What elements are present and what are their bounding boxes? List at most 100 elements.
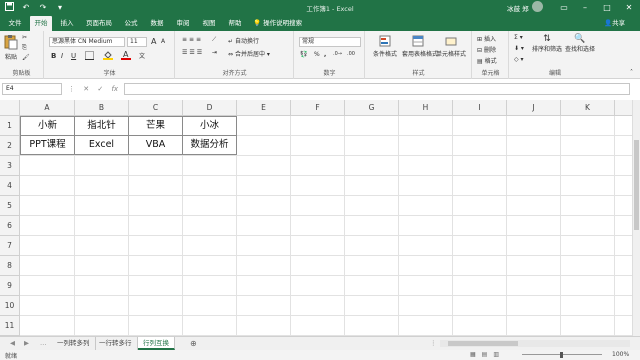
cancel-icon[interactable]: ✕	[83, 85, 89, 93]
row-header-5[interactable]: 5	[0, 196, 20, 216]
cell-a2[interactable]: PPT课程	[20, 135, 75, 155]
font-size-select[interactable]: 11	[127, 37, 147, 47]
italic-button[interactable]: I	[61, 52, 63, 60]
user-name[interactable]: 冰鼓 郑	[507, 3, 529, 13]
delete-cells-button[interactable]: ⊟ 删除	[477, 45, 496, 54]
column-header-c[interactable]: C	[129, 100, 183, 116]
name-box[interactable]: E4	[2, 83, 62, 95]
customize-qat-icon[interactable]: ▾	[55, 2, 65, 13]
format-cells-button[interactable]: ▤ 格式	[477, 56, 497, 65]
maximize-icon[interactable]: □	[596, 0, 618, 16]
merge-center-button[interactable]: ⇔ 合并后居中 ▾	[228, 49, 270, 58]
insert-cells-button[interactable]: ⊞ 插入	[477, 34, 496, 43]
autosum-icon[interactable]: Σ ▾	[514, 34, 523, 41]
collapse-ribbon-icon[interactable]: ˄	[630, 69, 633, 76]
format-as-table-button[interactable]: 套用表格格式	[402, 35, 438, 58]
column-header-h[interactable]: H	[399, 100, 453, 116]
indent-icon[interactable]: ⇥	[212, 49, 217, 56]
tab-review[interactable]: 审阅	[172, 16, 194, 31]
next-sheet-icon[interactable]: ▶	[24, 337, 29, 350]
prev-sheet-icon[interactable]: ◀	[10, 337, 15, 350]
row-header-10[interactable]: 10	[0, 296, 20, 316]
copy-icon[interactable]: ⎘	[22, 44, 27, 52]
select-all-corner[interactable]	[0, 100, 20, 116]
tab-page-layout[interactable]: 页面布局	[82, 16, 116, 31]
conditional-format-button[interactable]: 条件格式	[370, 35, 400, 58]
tab-data[interactable]: 数据	[146, 16, 168, 31]
vertical-scrollbar[interactable]	[632, 100, 640, 336]
grow-font-button[interactable]: A	[151, 37, 156, 46]
column-header-g[interactable]: G	[345, 100, 399, 116]
clear-icon[interactable]: ◇ ▾	[514, 56, 524, 63]
row-header-1[interactable]: 1	[0, 116, 20, 136]
row-header-3[interactable]: 3	[0, 156, 20, 176]
column-header-i[interactable]: I	[453, 100, 507, 116]
column-header-b[interactable]: B	[75, 100, 129, 116]
sheet-tab-2[interactable]: 一行转多行	[94, 337, 138, 350]
tab-home[interactable]: 开始	[30, 16, 52, 31]
cell-c1[interactable]: 芒果	[128, 116, 183, 136]
paste-button[interactable]: 粘贴	[4, 34, 18, 61]
column-header-e[interactable]: E	[237, 100, 291, 116]
horizontal-scroll-thumb[interactable]	[448, 341, 518, 346]
undo-icon[interactable]: ↶	[21, 2, 31, 13]
row-header-8[interactable]: 8	[0, 256, 20, 276]
save-icon[interactable]	[4, 2, 14, 13]
cell-d1[interactable]: 小冰	[182, 116, 237, 136]
close-icon[interactable]: ✕	[618, 0, 640, 16]
column-header-d[interactable]: D	[183, 100, 237, 116]
horizontal-align-icons[interactable]: ☰☰☰	[182, 49, 204, 56]
tab-help[interactable]: 帮助	[224, 16, 246, 31]
zoom-level[interactable]: 100%	[612, 351, 629, 358]
format-painter-icon[interactable]: 🖌	[22, 54, 30, 61]
cell-a1[interactable]: 小新	[20, 116, 75, 136]
cut-icon[interactable]: ✂	[22, 34, 27, 41]
column-header-a[interactable]: A	[20, 100, 75, 116]
sheet-tab-3[interactable]: 行列互换	[138, 337, 175, 350]
column-header-j[interactable]: J	[507, 100, 561, 116]
increase-decimal-icon[interactable]: .0→	[333, 51, 342, 57]
orientation-icon[interactable]: ⟋	[212, 36, 216, 44]
fill-icon[interactable]: ⬇ ▾	[514, 45, 524, 52]
share-button[interactable]: 👤共享	[604, 16, 625, 31]
redo-icon[interactable]: ↷	[38, 2, 48, 13]
row-header-9[interactable]: 9	[0, 276, 20, 296]
bold-button[interactable]: B	[51, 52, 56, 60]
more-icon[interactable]: ⋮	[68, 85, 75, 93]
fill-color-icon[interactable]	[103, 50, 113, 62]
percent-button[interactable]: %	[314, 51, 320, 58]
tab-insert[interactable]: 插入	[56, 16, 78, 31]
column-header-l[interactable]	[615, 100, 632, 116]
horizontal-scrollbar[interactable]	[440, 340, 630, 347]
cell-d2[interactable]: 数据分析	[182, 135, 237, 155]
cell-b1[interactable]: 指北针	[74, 116, 129, 136]
number-format-select[interactable]: 常规	[299, 37, 361, 47]
cell-c2[interactable]: VBA	[128, 135, 183, 155]
sheet-tab-1[interactable]: 一列转多列	[52, 337, 96, 350]
tab-view[interactable]: 视图	[198, 16, 220, 31]
add-sheet-button[interactable]: ⊕	[190, 337, 197, 350]
tab-file[interactable]: 文件	[4, 16, 26, 31]
shrink-font-button[interactable]: A	[161, 38, 165, 45]
formula-input[interactable]	[124, 83, 630, 95]
comma-button[interactable]: ,	[324, 51, 326, 58]
row-header-6[interactable]: 6	[0, 216, 20, 236]
tab-formulas[interactable]: 公式	[120, 16, 142, 31]
insert-function-icon[interactable]: fx	[111, 85, 118, 93]
more-sheets-icon[interactable]: …	[40, 337, 47, 350]
underline-button[interactable]: U	[71, 52, 76, 60]
avatar[interactable]	[532, 1, 543, 12]
cell-styles-button[interactable]: 单元格样式	[434, 35, 468, 58]
column-header-k[interactable]: K	[561, 100, 615, 116]
tell-me-search[interactable]: 💡 操作说明搜索	[253, 16, 302, 31]
vertical-align-icons[interactable]: ≡≡≡	[182, 36, 203, 43]
wrap-text-button[interactable]: ↵ 自动换行	[228, 36, 259, 45]
find-select-button[interactable]: 🔍 查找和选择	[564, 34, 596, 53]
vertical-scroll-thumb[interactable]	[634, 140, 639, 230]
tab-split-icon[interactable]: ⋮	[430, 337, 437, 350]
ribbon-display-options-icon[interactable]: ▭	[553, 0, 575, 16]
sort-filter-button[interactable]: ⇅ 排序和筛选	[532, 34, 562, 53]
row-header-11[interactable]: 11	[0, 316, 20, 336]
zoom-slider-knob[interactable]	[560, 352, 563, 358]
currency-icon[interactable]: 💱	[300, 51, 307, 58]
